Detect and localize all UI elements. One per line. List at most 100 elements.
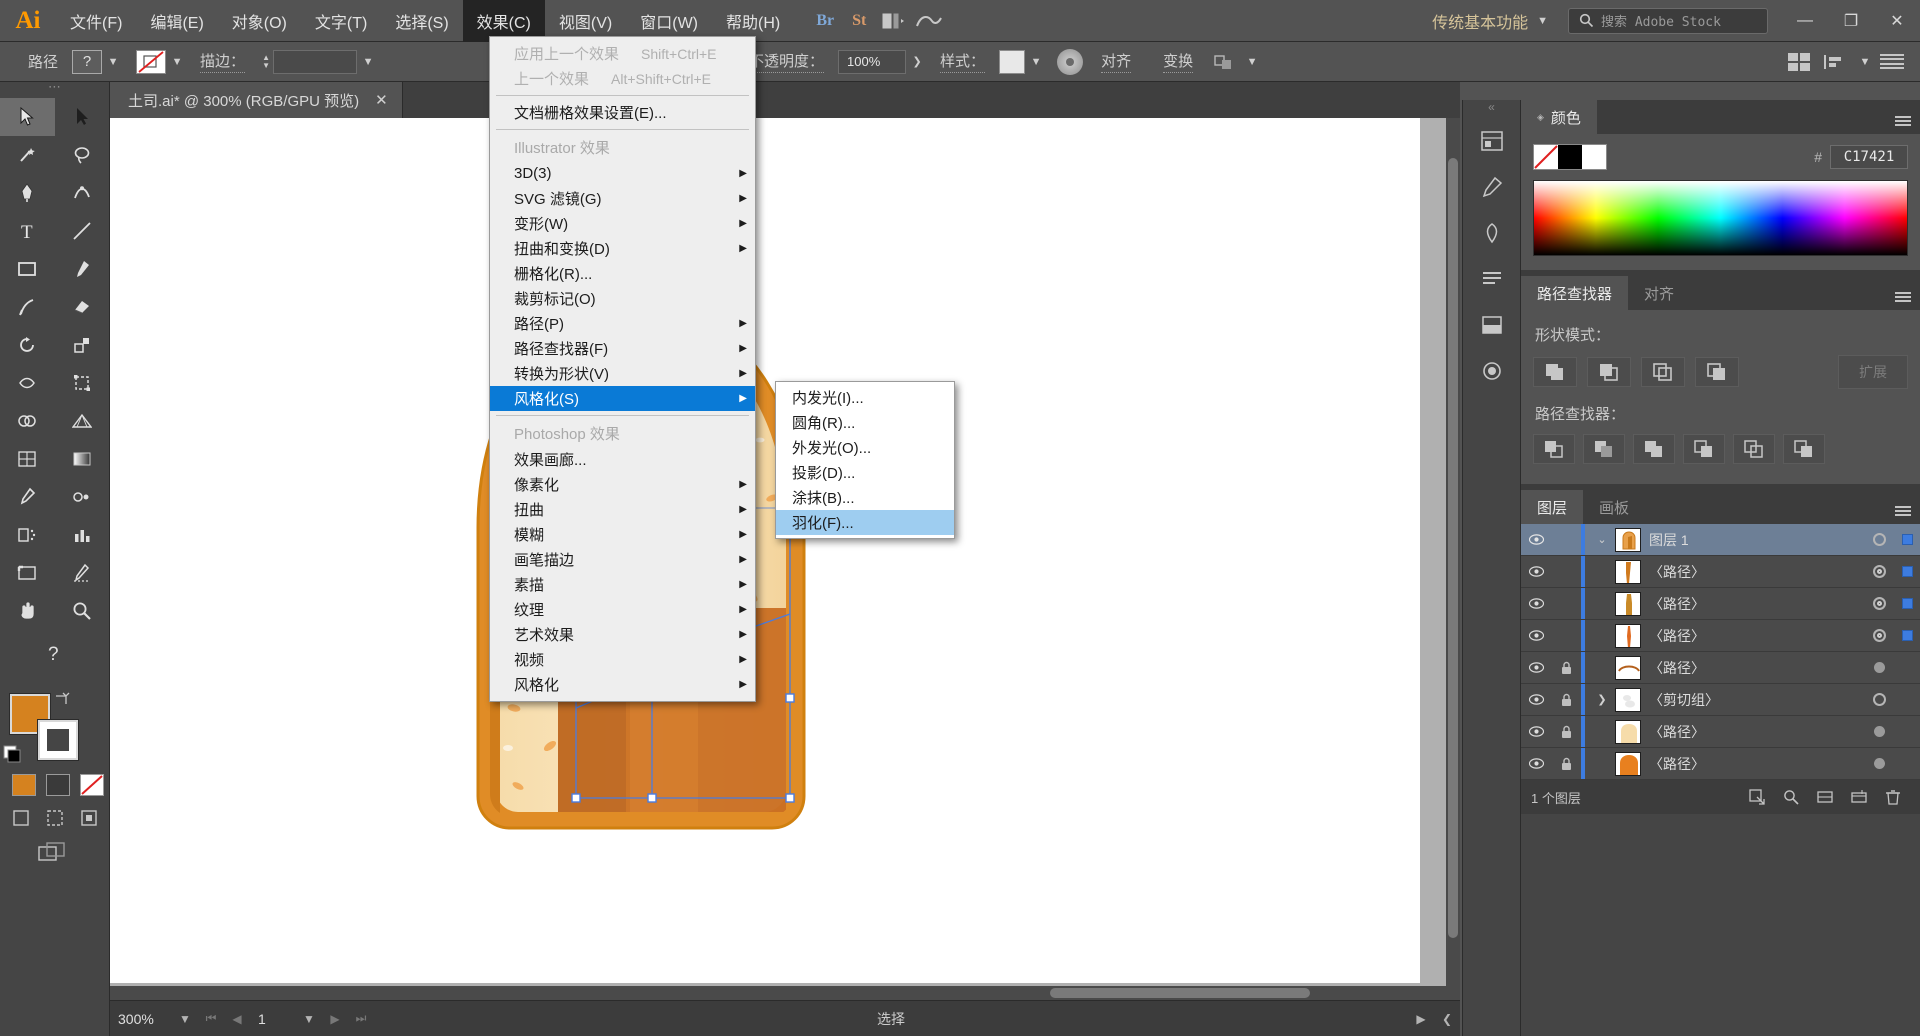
selection-indicator[interactable]	[1894, 566, 1920, 577]
rectangle-tool[interactable]	[0, 250, 55, 288]
artboard-number-field[interactable]: 1	[250, 1007, 296, 1030]
table-row[interactable]: 〈路径〉	[1521, 652, 1920, 684]
prev-artboard-button[interactable]: ◀	[224, 1001, 250, 1036]
layer-name[interactable]: 〈路径〉	[1649, 626, 1864, 646]
free-transform-tool[interactable]	[55, 364, 110, 402]
eye-icon[interactable]	[1521, 534, 1551, 545]
eye-icon[interactable]	[1521, 566, 1551, 577]
menu-item-[interactable]: 像素化 ▶	[490, 472, 755, 497]
slice-tool[interactable]	[55, 554, 110, 592]
minus-back-button[interactable]	[1783, 434, 1825, 464]
canvas-vertical-scrollbar[interactable]	[1446, 118, 1460, 1000]
layer-name[interactable]: 图层 1	[1649, 530, 1864, 550]
eyedropper-tool[interactable]	[0, 478, 55, 516]
table-row[interactable]: 〈路径〉	[1521, 588, 1920, 620]
zoom-dropdown-caret[interactable]: ▼	[172, 1001, 198, 1036]
bridge-button[interactable]: Br	[808, 0, 842, 42]
shape-builder-tool[interactable]	[0, 402, 55, 440]
target-indicator[interactable]	[1864, 758, 1894, 769]
pathfinder-panel-menu-icon[interactable]	[1886, 276, 1920, 310]
fill-stroke-swatches[interactable]	[1533, 144, 1607, 170]
color-button[interactable]	[12, 774, 36, 796]
target-indicator[interactable]	[1864, 662, 1894, 673]
fill-color-swatch[interactable]: ?	[72, 49, 103, 74]
eye-icon[interactable]	[1521, 662, 1551, 673]
maximize-button[interactable]: ❐	[1828, 0, 1874, 42]
minimize-button[interactable]: —	[1782, 0, 1828, 42]
divide-button[interactable]	[1533, 434, 1575, 464]
menu-object[interactable]: 对象(O)	[218, 0, 301, 42]
menu-item-[interactable]: 扭曲 ▶	[490, 497, 755, 522]
layer-name[interactable]: 〈路径〉	[1649, 594, 1864, 614]
none-swatch[interactable]	[1534, 145, 1558, 169]
table-row[interactable]: ⌄ 图层 1	[1521, 524, 1920, 556]
chevron-down-icon[interactable]: ⌄	[1589, 533, 1615, 546]
menu-item-SVGG[interactable]: SVG 滤镜(G) ▶	[490, 186, 755, 211]
color-panel-menu-icon[interactable]	[1886, 100, 1920, 134]
stylize-submenu[interactable]: 内发光(I)... 圆角(R)... 外发光(O)... 投影(D)... 涂抹(B).…	[775, 381, 955, 539]
tab-align[interactable]: 对齐	[1628, 276, 1690, 310]
menu-item-3D3[interactable]: 3D(3) ▶	[490, 161, 755, 186]
menu-item-S[interactable]: 风格化(S) ▶	[490, 386, 755, 411]
target-indicator[interactable]	[1864, 726, 1894, 737]
next-artboard-button[interactable]: ▶	[322, 1001, 348, 1036]
fill-dropdown-caret[interactable]: ▼	[102, 50, 124, 74]
status-collapse-button[interactable]: ❮	[1434, 1001, 1460, 1036]
align-panel-icon[interactable]	[1816, 41, 1850, 83]
black-swatch[interactable]	[1558, 145, 1582, 169]
menu-edit[interactable]: 编辑(E)	[136, 0, 217, 42]
menu-file[interactable]: 文件(F)	[56, 0, 136, 42]
type-tool[interactable]: T	[0, 212, 55, 250]
table-row[interactable]: 〈路径〉	[1521, 716, 1920, 748]
stock-search-input[interactable]: 搜索 Adobe Stock	[1568, 7, 1768, 34]
tab-layers[interactable]: 图层	[1521, 490, 1584, 524]
scale-tool[interactable]	[55, 326, 110, 364]
eye-icon[interactable]	[1521, 598, 1551, 609]
pencil-tool[interactable]	[0, 288, 55, 326]
submenu-item-B[interactable]: 涂抹(B)...	[776, 485, 954, 510]
screen-mode-button[interactable]	[0, 828, 109, 864]
grid-view-icon[interactable]	[1786, 51, 1812, 73]
tab-color[interactable]: ◈ 颜色	[1521, 100, 1597, 134]
eye-icon[interactable]	[1521, 694, 1551, 705]
menu-item-[interactable]: 模糊 ▶	[490, 522, 755, 547]
width-tool[interactable]	[0, 364, 55, 402]
white-swatch[interactable]	[1582, 145, 1606, 169]
scrollbar-thumb-vertical[interactable]	[1448, 158, 1458, 938]
symbol-sprayer-tool[interactable]	[0, 516, 55, 554]
transform-button[interactable]: 变换	[1163, 50, 1194, 73]
edit-toolbar-button[interactable]: ?	[0, 630, 109, 676]
gear-icon[interactable]	[1057, 48, 1084, 75]
tools-panel-grip[interactable]	[0, 82, 109, 98]
make-clipping-mask-button[interactable]	[1740, 789, 1774, 805]
document-tab[interactable]: 土司.ai* @ 300% (RGB/GPU 预览) ✕	[110, 82, 403, 118]
artboard-tool[interactable]	[0, 554, 55, 592]
menu-item-P[interactable]: 路径(P) ▶	[490, 311, 755, 336]
target-indicator[interactable]	[1864, 597, 1894, 610]
curvature-tool[interactable]	[55, 174, 110, 212]
table-row[interactable]: 〈路径〉	[1521, 556, 1920, 588]
menu-select[interactable]: 选择(S)	[381, 0, 462, 42]
blend-tool[interactable]	[55, 478, 110, 516]
submenu-item-O[interactable]: 外发光(O)...	[776, 435, 954, 460]
symbols-panel-icon[interactable]	[1463, 210, 1520, 256]
expand-button[interactable]: 扩展	[1838, 355, 1908, 389]
stroke-weight-stepper[interactable]: ▲ ▼	[259, 50, 273, 74]
outline-button[interactable]	[1733, 434, 1775, 464]
stroke-weight-caret[interactable]: ▼	[357, 50, 379, 74]
eye-icon[interactable]	[1521, 758, 1551, 769]
canvas-area[interactable]	[110, 118, 1460, 1000]
eraser-tool[interactable]	[55, 288, 110, 326]
line-segment-tool[interactable]	[55, 212, 110, 250]
table-row[interactable]: ❯ 〈剪切组〉	[1521, 684, 1920, 716]
menu-item-[interactable]: 艺术效果 ▶	[490, 622, 755, 647]
gradient-button[interactable]	[46, 774, 70, 796]
effect-menu-dropdown[interactable]: 应用上一个效果 Shift+Ctrl+E 上一个效果 Alt+Shift+Ctrl+E…	[489, 36, 756, 702]
canvas-horizontal-scrollbar[interactable]	[110, 986, 1446, 1000]
zoom-level-field[interactable]: 300%	[110, 1007, 172, 1030]
layers-panel-menu-icon[interactable]	[1886, 490, 1920, 524]
rotate-tool[interactable]	[0, 326, 55, 364]
menu-item-E[interactable]: 文档栅格效果设置(E)...	[490, 100, 755, 125]
hand-tool[interactable]	[0, 592, 55, 630]
last-artboard-button[interactable]: ⏭	[348, 1001, 374, 1036]
